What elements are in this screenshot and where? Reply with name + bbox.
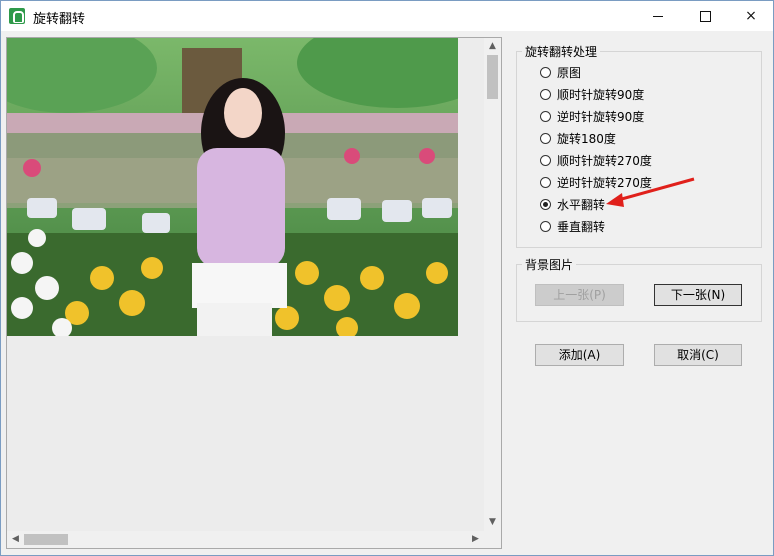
scroll-up-icon[interactable]: ▲ (484, 38, 501, 55)
radio-indicator[interactable] (540, 132, 551, 144)
minimize-icon (653, 15, 663, 17)
scrollbar-corner (484, 531, 501, 548)
title-bar[interactable]: 旋转翻转 × (1, 1, 773, 31)
radio-label: 水平翻转 (557, 197, 606, 212)
radio-label: 旋转180度 (557, 131, 616, 146)
prev-image-button[interactable]: 上一张(P) (535, 284, 624, 306)
radio-indicator[interactable] (540, 110, 551, 122)
radio-label: 原图 (557, 65, 582, 80)
rotation-group-legend: 旋转翻转处理 (525, 45, 598, 59)
minimize-button[interactable] (635, 1, 681, 31)
radio-flip-horizontal[interactable]: 水平翻转 (540, 195, 605, 213)
close-button[interactable]: × (728, 1, 774, 31)
radio-rotate-180[interactable]: 旋转180度 (540, 129, 616, 147)
radio-ccw-90[interactable]: 逆时针旋转90度 (540, 107, 644, 125)
radio-indicator[interactable] (540, 176, 551, 188)
scroll-left-icon[interactable]: ◀ (7, 531, 24, 548)
radio-label: 逆时针旋转270度 (557, 175, 652, 190)
garden-photo (7, 38, 458, 336)
vertical-scroll-thumb[interactable] (487, 55, 498, 99)
scroll-right-icon[interactable]: ▶ (467, 531, 484, 548)
preview-image (7, 38, 458, 336)
radio-ccw-270[interactable]: 逆时针旋转270度 (540, 173, 652, 191)
radio-label: 顺时针旋转90度 (557, 87, 645, 102)
radio-indicator[interactable] (540, 88, 551, 100)
radio-indicator[interactable] (540, 220, 551, 232)
app-icon (9, 8, 25, 24)
horizontal-scroll-thumb[interactable] (24, 534, 68, 545)
maximize-button[interactable] (682, 1, 728, 31)
cancel-button[interactable]: 取消(C) (654, 344, 742, 366)
radio-indicator[interactable] (540, 154, 551, 166)
scroll-down-icon[interactable]: ▼ (484, 514, 501, 531)
horizontal-scrollbar[interactable]: ◀ ▶ (7, 531, 484, 548)
radio-cw-90[interactable]: 顺时针旋转90度 (540, 85, 644, 103)
radio-indicator[interactable] (540, 66, 551, 78)
radio-flip-vertical[interactable]: 垂直翻转 (540, 217, 605, 235)
background-group-legend: 背景图片 (525, 258, 574, 272)
radio-cw-270[interactable]: 顺时针旋转270度 (540, 151, 652, 169)
radio-label: 顺时针旋转270度 (557, 153, 652, 168)
radio-label: 逆时针旋转90度 (557, 109, 645, 124)
next-image-button[interactable]: 下一张(N) (654, 284, 742, 306)
maximize-icon (699, 10, 711, 22)
image-preview-pane[interactable]: ▲ ▼ ◀ ▶ (6, 37, 502, 549)
close-icon: × (745, 8, 757, 24)
radio-label: 垂直翻转 (557, 219, 606, 234)
radio-indicator-selected[interactable] (540, 198, 551, 210)
add-button[interactable]: 添加(A) (535, 344, 624, 366)
radio-original[interactable]: 原图 (540, 63, 581, 81)
vertical-scrollbar[interactable]: ▲ ▼ (484, 38, 501, 531)
window-title: 旋转翻转 (33, 12, 86, 27)
